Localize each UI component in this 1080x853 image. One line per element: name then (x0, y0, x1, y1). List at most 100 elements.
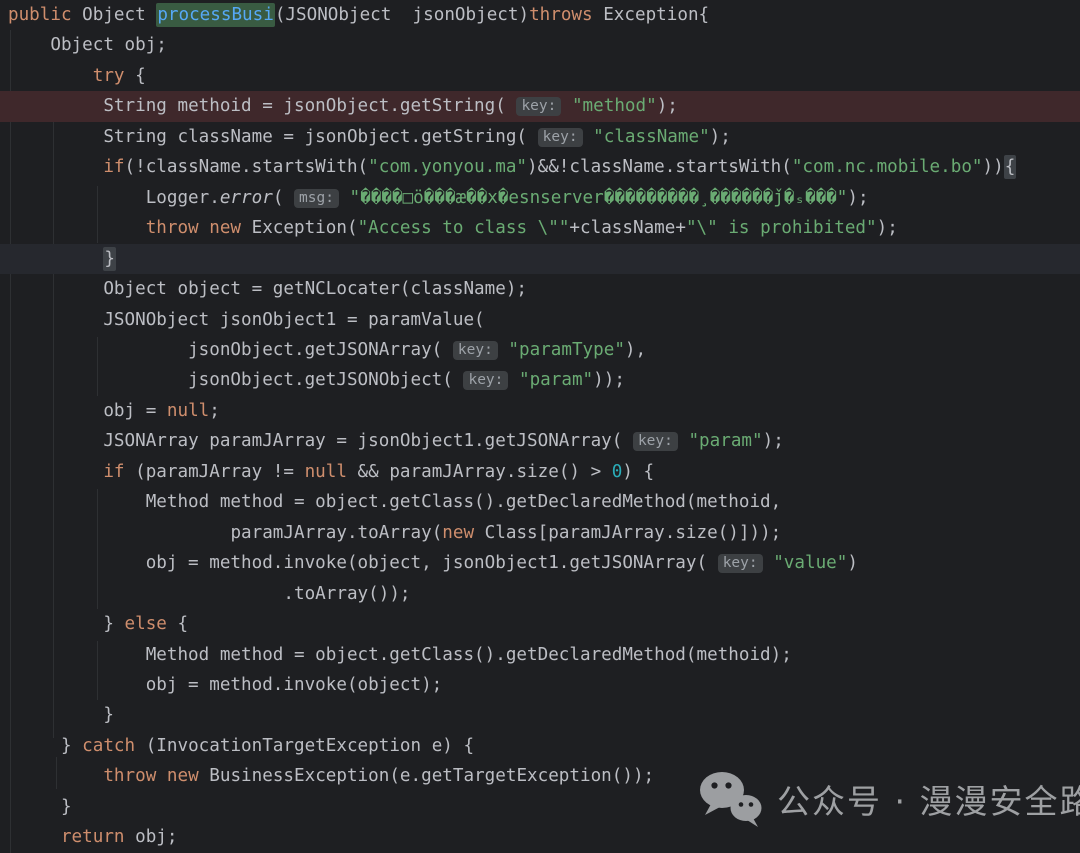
code-token: throw (146, 218, 199, 238)
code-token: ( (273, 188, 294, 208)
code-token: error (220, 188, 273, 208)
code-token (508, 370, 519, 390)
inlay-hint-chip: key: (538, 128, 583, 147)
code-token: "com.nc.mobile.bo" (792, 157, 983, 177)
code-token: )&&!className.startsWith( (527, 157, 792, 177)
code-line[interactable]: if (paramJArray != null && paramJArray.s… (0, 457, 1080, 487)
inlay-hint-chip: key: (633, 432, 678, 451)
code-line[interactable]: obj = method.invoke(object, jsonObject1.… (0, 548, 1080, 578)
code-token (156, 766, 167, 786)
code-line[interactable]: obj = method.invoke(object); (0, 670, 1080, 700)
code-line[interactable]: Object object = getNCLocater(className); (0, 274, 1080, 304)
code-line[interactable]: } catch (InvocationTargetException e) { (0, 731, 1080, 761)
code-token: jsonObject.getJSONArray( (188, 340, 453, 360)
code-token: Object obj; (50, 35, 167, 55)
code-token: else (125, 614, 167, 634)
code-token: return (61, 827, 125, 847)
code-token: { (125, 66, 146, 86)
code-line[interactable]: paramJArray.toArray(new Class[paramJArra… (0, 518, 1080, 548)
inlay-hint-chip: msg: (294, 189, 339, 208)
code-area[interactable]: public Object processBusi(JSONObject jso… (0, 0, 1080, 853)
code-token: ); (763, 431, 784, 451)
code-line[interactable]: obj = null; (0, 396, 1080, 426)
code-token: "\" is prohibited" (686, 218, 877, 238)
code-token: new (442, 523, 474, 543)
code-token: +className+ (569, 218, 686, 238)
code-line[interactable]: Method method = object.getClass().getDec… (0, 487, 1080, 517)
code-line[interactable]: .toArray()); (0, 579, 1080, 609)
code-token: Exception( (241, 218, 358, 238)
code-token: "����□ö���æ��x�esnserver���������¸������… (350, 188, 848, 208)
code-token (583, 127, 594, 147)
code-token (763, 553, 774, 573)
code-token: Class[paramJArray.size()])); (474, 523, 781, 543)
code-token: ); (657, 96, 678, 116)
inlay-hint-chip: key: (516, 97, 561, 116)
code-token (339, 188, 350, 208)
code-token: JSONArray paramJArray = jsonObject1.getJ… (103, 431, 633, 451)
code-token: Method method = object.getClass().getDec… (146, 645, 792, 665)
code-line[interactable]: Logger.error( msg: "����□ö���æ��x�esnser… (0, 183, 1080, 213)
code-token: "className" (593, 127, 710, 147)
code-token: null (305, 462, 347, 482)
code-line[interactable]: if(!className.startsWith("com.yonyou.ma"… (0, 152, 1080, 182)
code-token: throws (529, 5, 593, 25)
code-line[interactable]: jsonObject.getJSONArray( key: "paramType… (0, 335, 1080, 365)
code-token: ); (710, 127, 731, 147)
code-token: obj = method.invoke(object, jsonObject1.… (146, 553, 718, 573)
code-token: 0 (612, 462, 623, 482)
code-token: BusinessException(e.getTargetException()… (199, 766, 654, 786)
code-token: try (93, 66, 125, 86)
code-editor: public Object processBusi(JSONObject jso… (0, 0, 1080, 853)
code-token: Logger. (146, 188, 220, 208)
code-token: null (167, 401, 209, 421)
code-token: paramJArray.toArray( (230, 523, 442, 543)
code-line[interactable]: throw new Exception("Access to class \""… (0, 213, 1080, 243)
code-token: new (209, 218, 241, 238)
code-token: JSONObject jsonObject1 = paramValue( (103, 310, 484, 330)
code-token: "param" (519, 370, 593, 390)
code-token: } (61, 797, 72, 817)
code-token: ), (625, 340, 646, 360)
code-line[interactable]: JSONArray paramJArray = jsonObject1.getJ… (0, 426, 1080, 456)
code-line[interactable]: } else { (0, 609, 1080, 639)
code-token: } (61, 736, 82, 756)
code-token: "com.yonyou.ma" (368, 157, 527, 177)
code-line[interactable]: } (0, 700, 1080, 730)
code-token: "value" (773, 553, 847, 573)
code-token: new (167, 766, 199, 786)
code-token: )) (983, 157, 1004, 177)
code-token: Exception{ (593, 5, 710, 25)
code-token: (paramJArray != (125, 462, 305, 482)
code-line[interactable]: String className = jsonObject.getString(… (0, 122, 1080, 152)
code-token: "Access to class \"" (358, 218, 570, 238)
code-token: obj = (103, 401, 167, 421)
code-token: Object (72, 5, 157, 25)
code-line[interactable]: String methoid = jsonObject.getString( k… (0, 91, 1080, 121)
code-line[interactable]: Method method = object.getClass().getDec… (0, 640, 1080, 670)
code-line[interactable]: JSONObject jsonObject1 = paramValue( (0, 305, 1080, 335)
code-token: } (103, 247, 116, 271)
code-token: ); (877, 218, 898, 238)
code-token: "paramType" (508, 340, 625, 360)
code-token: if (103, 157, 124, 177)
code-token: String className = jsonObject.getString( (103, 127, 537, 147)
code-line[interactable]: jsonObject.getJSONObject( key: "param"))… (0, 365, 1080, 395)
code-line[interactable]: Object obj; (0, 30, 1080, 60)
inlay-hint-chip: key: (453, 341, 498, 360)
code-token: ; (209, 401, 220, 421)
code-token: jsonObject.getJSONObject( (188, 370, 463, 390)
code-token: "method" (572, 96, 657, 116)
code-line[interactable]: try { (0, 61, 1080, 91)
code-token: { (1004, 155, 1017, 179)
code-token: Object object = getNCLocater(className); (103, 279, 527, 299)
code-token (498, 340, 509, 360)
code-token: catch (82, 736, 135, 756)
code-line[interactable]: public Object processBusi(JSONObject jso… (0, 0, 1080, 30)
code-line[interactable]: } (0, 244, 1080, 274)
code-token: obj; (125, 827, 178, 847)
code-token: )); (593, 370, 625, 390)
code-token: .toArray()); (283, 584, 410, 604)
code-token: (InvocationTargetException e) { (135, 736, 474, 756)
watermark: 公众号 · 漫漫安全路 (698, 768, 1080, 830)
